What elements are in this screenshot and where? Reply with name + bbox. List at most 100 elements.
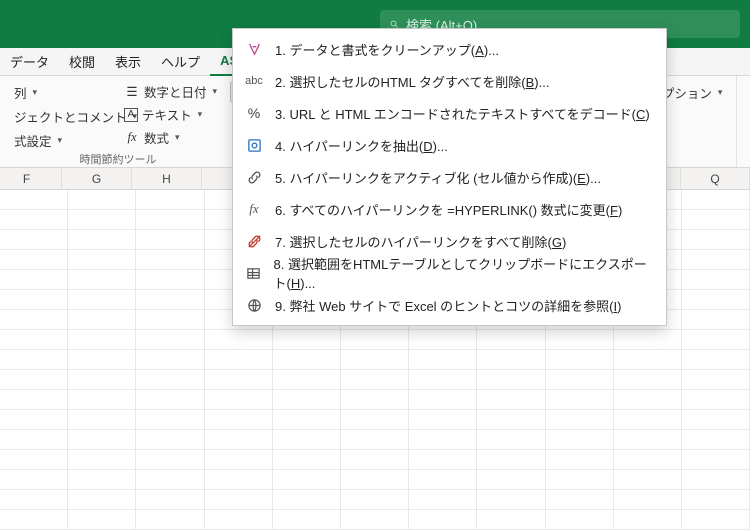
numbers-dates-button[interactable]: ☰数字と日付▾ xyxy=(118,80,223,103)
cell[interactable] xyxy=(273,470,341,489)
tab-review[interactable]: 校閲 xyxy=(59,48,105,76)
column-header-F[interactable]: F xyxy=(0,168,62,189)
cell[interactable] xyxy=(341,410,409,429)
tab-help[interactable]: ヘルプ xyxy=(151,48,210,76)
cell[interactable] xyxy=(205,470,273,489)
cell[interactable] xyxy=(273,330,341,349)
cell[interactable] xyxy=(68,230,136,249)
column-header-H[interactable]: H xyxy=(132,168,202,189)
cell[interactable] xyxy=(205,370,273,389)
cell[interactable] xyxy=(546,390,614,409)
cell[interactable] xyxy=(0,430,68,449)
cell[interactable] xyxy=(682,350,750,369)
cell[interactable] xyxy=(0,210,68,229)
cell[interactable] xyxy=(409,490,477,509)
web-menu-item-9[interactable]: 9. 弊社 Web サイトで Excel のヒントとコツの詳細を参照(I) xyxy=(233,289,666,321)
cell[interactable] xyxy=(477,410,545,429)
cell[interactable] xyxy=(682,450,750,469)
cell[interactable] xyxy=(273,370,341,389)
web-menu-item-2[interactable]: abc2. 選択したセルのHTML タグすべてを削除(B)... xyxy=(233,65,666,97)
cell[interactable] xyxy=(0,370,68,389)
cell[interactable] xyxy=(341,450,409,469)
cell[interactable] xyxy=(546,490,614,509)
cell[interactable] xyxy=(477,350,545,369)
cell[interactable] xyxy=(682,470,750,489)
cell[interactable] xyxy=(682,330,750,349)
cell[interactable] xyxy=(341,370,409,389)
cell[interactable] xyxy=(136,190,204,209)
cell[interactable] xyxy=(682,410,750,429)
cell[interactable] xyxy=(68,470,136,489)
cell[interactable] xyxy=(136,350,204,369)
cell[interactable] xyxy=(136,250,204,269)
cell[interactable] xyxy=(136,490,204,509)
cell[interactable] xyxy=(0,350,68,369)
cell[interactable] xyxy=(0,270,68,289)
cell[interactable] xyxy=(682,490,750,509)
cell[interactable] xyxy=(682,230,750,249)
cell[interactable] xyxy=(682,270,750,289)
cell[interactable] xyxy=(205,430,273,449)
cell[interactable] xyxy=(68,410,136,429)
web-menu-item-6[interactable]: fx6. すべてのハイパーリンクを =HYPERLINK() 数式に変更(F) xyxy=(233,193,666,225)
cell[interactable] xyxy=(136,410,204,429)
cell[interactable] xyxy=(614,390,682,409)
cell[interactable] xyxy=(205,490,273,509)
cell[interactable] xyxy=(682,190,750,209)
cell[interactable] xyxy=(68,430,136,449)
cell[interactable] xyxy=(0,470,68,489)
cell[interactable] xyxy=(546,470,614,489)
cell[interactable] xyxy=(409,470,477,489)
cell[interactable] xyxy=(341,470,409,489)
cell[interactable] xyxy=(341,390,409,409)
cell[interactable] xyxy=(546,350,614,369)
cell[interactable] xyxy=(409,330,477,349)
column-header-Q[interactable]: Q xyxy=(680,168,750,189)
cell[interactable] xyxy=(0,490,68,509)
cell[interactable] xyxy=(477,490,545,509)
cell[interactable] xyxy=(68,450,136,469)
cell[interactable] xyxy=(68,330,136,349)
cell[interactable] xyxy=(0,330,68,349)
cell[interactable] xyxy=(136,470,204,489)
cell[interactable] xyxy=(136,210,204,229)
cell[interactable] xyxy=(273,350,341,369)
cell[interactable] xyxy=(205,330,273,349)
cell[interactable] xyxy=(136,290,204,309)
cell[interactable] xyxy=(682,210,750,229)
cell[interactable] xyxy=(477,370,545,389)
cell[interactable] xyxy=(614,470,682,489)
cell[interactable] xyxy=(273,390,341,409)
column-header-G[interactable]: G xyxy=(62,168,132,189)
cell[interactable] xyxy=(0,310,68,329)
cell[interactable] xyxy=(68,350,136,369)
cell[interactable] xyxy=(546,370,614,389)
cell[interactable] xyxy=(477,430,545,449)
cell[interactable] xyxy=(0,390,68,409)
cell[interactable] xyxy=(477,470,545,489)
cell[interactable] xyxy=(136,330,204,349)
cell[interactable] xyxy=(682,310,750,329)
format-set-button[interactable]: 式設定▾ xyxy=(8,129,68,152)
cell[interactable] xyxy=(0,450,68,469)
cell[interactable] xyxy=(341,430,409,449)
cell[interactable] xyxy=(205,450,273,469)
text-button[interactable]: Aテキスト▾ xyxy=(118,103,208,126)
cell[interactable] xyxy=(614,350,682,369)
tab-view[interactable]: 表示 xyxy=(105,48,151,76)
cell[interactable] xyxy=(68,490,136,509)
cell[interactable] xyxy=(0,250,68,269)
cell[interactable] xyxy=(0,290,68,309)
cell[interactable] xyxy=(614,450,682,469)
formula-button[interactable]: fx数式▾ xyxy=(118,126,186,149)
columns-button[interactable]: 列▾ xyxy=(8,81,43,104)
cell[interactable] xyxy=(205,350,273,369)
cell[interactable] xyxy=(136,310,204,329)
cell[interactable] xyxy=(136,370,204,389)
cell[interactable] xyxy=(273,490,341,509)
cell[interactable] xyxy=(546,410,614,429)
cell[interactable] xyxy=(614,490,682,509)
cell[interactable] xyxy=(273,410,341,429)
cell[interactable] xyxy=(136,230,204,249)
cell[interactable] xyxy=(546,430,614,449)
